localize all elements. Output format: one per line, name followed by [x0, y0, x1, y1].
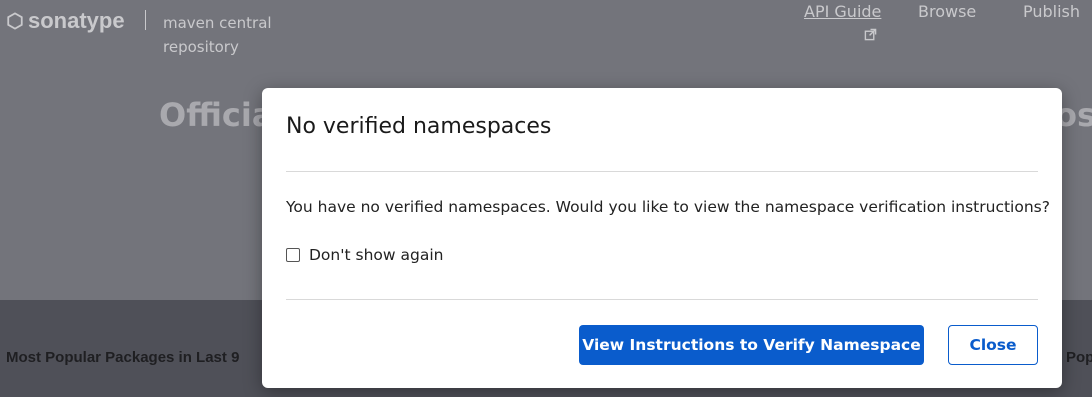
dialog-divider-top: [286, 171, 1038, 172]
close-button[interactable]: Close: [948, 325, 1038, 365]
dialog-divider-bottom: [286, 299, 1038, 300]
dont-show-again-checkbox[interactable]: [286, 248, 300, 262]
dont-show-again-option[interactable]: Don't show again: [286, 246, 443, 264]
no-namespaces-dialog: No verified namespaces You have no verif…: [262, 88, 1062, 388]
dont-show-again-label: Don't show again: [309, 246, 444, 264]
dialog-message: You have no verified namespaces. Would y…: [286, 198, 1050, 216]
dialog-title: No verified namespaces: [286, 114, 552, 139]
view-instructions-button[interactable]: View Instructions to Verify Namespace: [579, 325, 924, 365]
